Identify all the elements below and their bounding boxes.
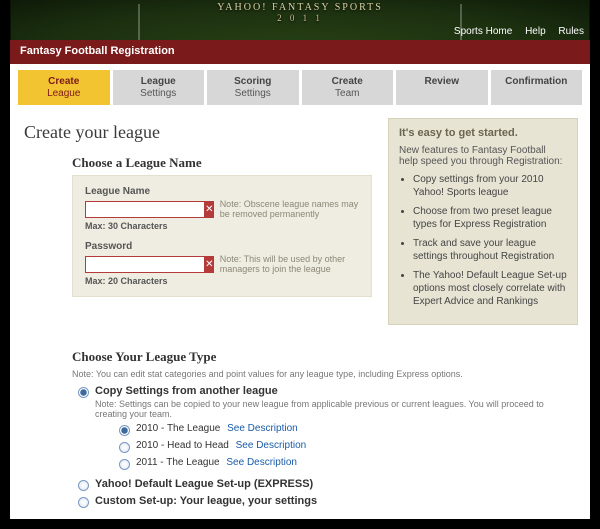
radio-prev-league[interactable] xyxy=(119,425,130,436)
opt-custom-label: Custom Set-up: Your league, your setting… xyxy=(95,495,317,507)
nav-rules[interactable]: Rules xyxy=(558,26,584,37)
opt-default-label: Yahoo! Default League Set-up (EXPRESS) xyxy=(95,478,313,490)
see-description-link[interactable]: See Description xyxy=(227,423,298,434)
brand-line1: YAHOO! FANTASY SPORTS xyxy=(217,2,383,13)
wizard-tabs: CreateLeagueLeagueSettingsScoringSetting… xyxy=(10,64,590,105)
tab-create-league[interactable]: CreateLeague xyxy=(18,70,110,105)
top-nav: Sports Home Help Rules xyxy=(444,26,584,37)
password-label: Password xyxy=(85,241,359,252)
league-name-max: Max: 30 Characters xyxy=(85,221,359,231)
main-panel: CreateLeagueLeagueSettingsScoringSetting… xyxy=(10,64,590,519)
sidebox-bullet: Choose from two preset league types for … xyxy=(413,205,567,231)
nav-help[interactable]: Help xyxy=(525,26,546,37)
league-name-hint: Note: Obscene league names may be remove… xyxy=(220,199,359,219)
sidebox-list: Copy settings from your 2010 Yahoo! Spor… xyxy=(413,173,567,308)
getting-started-box: It's easy to get started. New features t… xyxy=(388,118,578,325)
prev-league-option[interactable]: 2011 - The League See Description xyxy=(119,457,578,470)
league-name-clear-icon[interactable]: ✕ xyxy=(205,201,214,218)
league-name-form: League Name ✕ Note: Obscene league names… xyxy=(72,175,372,297)
radio-prev-league[interactable] xyxy=(119,459,130,470)
opt-custom-setup[interactable]: Custom Set-up: Your league, your setting… xyxy=(78,495,578,508)
see-description-link[interactable]: See Description xyxy=(226,457,297,468)
prev-league-option[interactable]: 2010 - The League See Description xyxy=(119,423,578,436)
subheader-title: Fantasy Football Registration xyxy=(20,45,175,57)
sidebox-bullet: Copy settings from your 2010 Yahoo! Spor… xyxy=(413,173,567,199)
opt-copy-note: Note: Settings can be copied to your new… xyxy=(95,399,578,419)
content-area: It's easy to get started. New features t… xyxy=(10,110,590,519)
brand-logo: YAHOO! FANTASY SPORTS 2 0 1 1 xyxy=(11,2,589,23)
prev-league-name: 2011 - The League See Description xyxy=(136,457,297,468)
choose-type-note: Note: You can edit stat categories and p… xyxy=(72,369,578,379)
sidebox-bullet: The Yahoo! Default League Set-up options… xyxy=(413,269,567,308)
radio-prev-league[interactable] xyxy=(119,442,130,453)
choose-type-heading: Choose Your League Type xyxy=(72,349,578,365)
sidebox-bullet: Track and save your league settings thro… xyxy=(413,237,567,263)
opt-default-express[interactable]: Yahoo! Default League Set-up (EXPRESS) xyxy=(78,478,578,491)
tab-review[interactable]: Review xyxy=(396,70,488,105)
password-clear-icon[interactable]: ✕ xyxy=(205,256,214,273)
password-max: Max: 20 Characters xyxy=(85,276,359,286)
see-description-link[interactable]: See Description xyxy=(236,440,307,451)
tab-create-team[interactable]: CreateTeam xyxy=(302,70,394,105)
prev-league-list: 2010 - The League See Description 2010 - … xyxy=(119,423,578,470)
radio-default-express[interactable] xyxy=(78,480,89,491)
league-name-input[interactable] xyxy=(85,201,205,218)
password-hint: Note: This will be used by other manager… xyxy=(220,254,359,274)
prev-league-option[interactable]: 2010 - Head to Head See Description xyxy=(119,440,578,453)
sidebox-heading: It's easy to get started. xyxy=(399,127,567,139)
nav-sports-home[interactable]: Sports Home xyxy=(454,26,512,37)
subheader-bar: Fantasy Football Registration xyxy=(10,40,590,64)
brand-line2: 2 0 1 1 xyxy=(11,13,589,23)
league-name-label: League Name xyxy=(85,186,359,197)
prev-league-name: 2010 - The League See Description xyxy=(136,423,298,434)
select-draft-heading: Select Your Draft Type xyxy=(72,518,578,519)
radio-custom-setup[interactable] xyxy=(78,497,89,508)
tab-confirmation[interactable]: Confirmation xyxy=(491,70,583,105)
sidebox-intro: New features to Fantasy Football help sp… xyxy=(399,145,567,167)
password-input[interactable] xyxy=(85,256,205,273)
tab-scoring-settings[interactable]: ScoringSettings xyxy=(207,70,299,105)
radio-copy-settings[interactable] xyxy=(78,387,89,398)
prev-league-name: 2010 - Head to Head See Description xyxy=(136,440,306,451)
opt-copy-settings[interactable]: Copy Settings from another league Note: … xyxy=(78,385,578,474)
tab-league-settings[interactable]: LeagueSettings xyxy=(113,70,205,105)
opt-copy-label: Copy Settings from another league xyxy=(95,385,278,397)
